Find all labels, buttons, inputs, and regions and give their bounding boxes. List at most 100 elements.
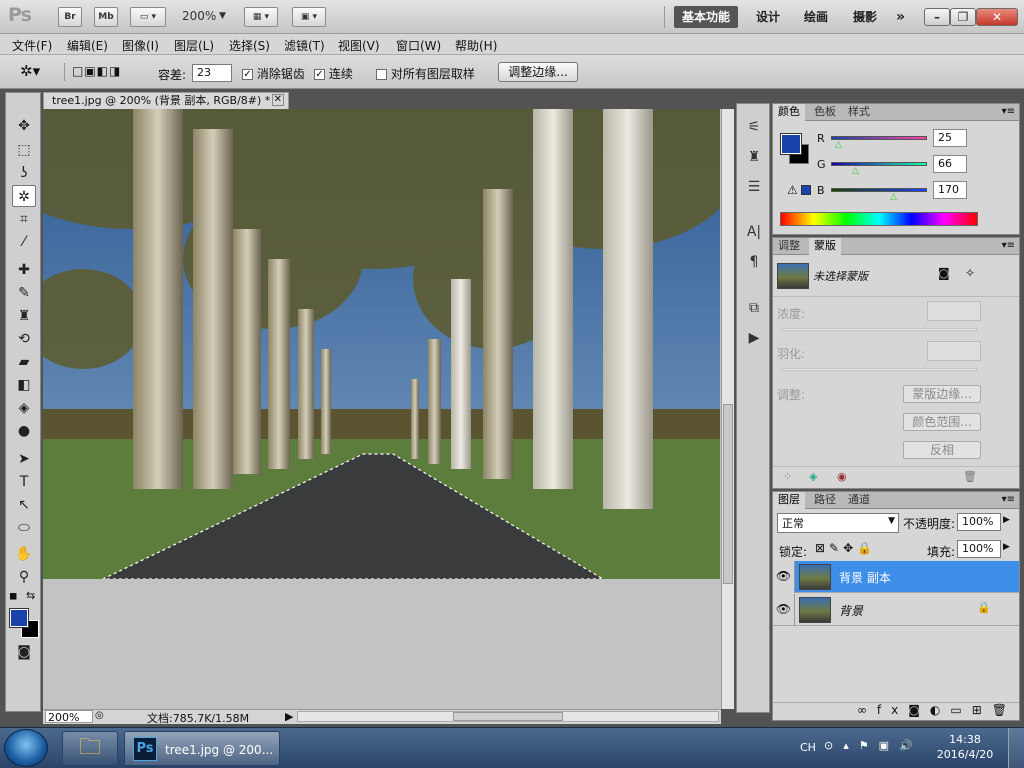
delete-mask-icon[interactable]: 🗑 bbox=[963, 470, 977, 483]
paragraph-icon[interactable]: ¶ bbox=[742, 251, 766, 273]
vertical-scrollbar[interactable] bbox=[721, 109, 734, 709]
restore-button[interactable]: ❐ bbox=[950, 8, 976, 26]
visibility-eye-icon[interactable]: 👁 bbox=[773, 594, 795, 626]
swap-colors-icon[interactable]: ⇆ bbox=[26, 589, 35, 602]
gamut-color-chip[interactable] bbox=[801, 185, 811, 195]
tab-channels[interactable]: 通道 bbox=[843, 492, 875, 509]
opacity-input[interactable]: 100% bbox=[957, 513, 1001, 531]
invert-button[interactable]: 反相 bbox=[903, 441, 981, 459]
color-ramp[interactable] bbox=[780, 212, 978, 226]
panel-menu-icon[interactable]: ▾≡ bbox=[1002, 106, 1015, 117]
lock-icons[interactable]: ⊠✎✥🔒 bbox=[815, 541, 876, 555]
zoom-dropdown-icon[interactable]: ▼ bbox=[219, 11, 226, 21]
refine-edge-button[interactable]: 调整边缘... bbox=[498, 62, 578, 82]
zoom-level[interactable]: 200% bbox=[182, 9, 216, 23]
panel-menu-icon[interactable]: ▾≡ bbox=[1002, 494, 1015, 505]
density-input[interactable] bbox=[927, 301, 981, 321]
fg-color-chip[interactable] bbox=[780, 133, 802, 155]
default-colors-icon[interactable]: ◼ bbox=[9, 591, 17, 602]
disable-mask-icon[interactable]: ◉ bbox=[837, 470, 847, 483]
tab-layers[interactable]: 图层 bbox=[773, 492, 805, 509]
layer-name[interactable]: 背景 副本 bbox=[839, 569, 891, 586]
contiguous-checkbox[interactable]: ✓ 连续 bbox=[314, 65, 353, 82]
workspace-essentials[interactable]: 基本功能 bbox=[674, 6, 739, 28]
quick-mask-icon[interactable]: ◙ bbox=[12, 641, 36, 663]
horizontal-scrollbar[interactable] bbox=[297, 711, 719, 722]
crop-tool-icon[interactable]: ⌗ bbox=[12, 208, 36, 230]
tab-swatches[interactable]: 色板 bbox=[809, 104, 841, 121]
marquee-tool-icon[interactable]: ⬚ bbox=[12, 139, 36, 161]
tray-icons[interactable]: ⊙▴⚑▣🔊 bbox=[824, 739, 923, 752]
path-selection-tool-icon[interactable]: ➤ bbox=[12, 448, 36, 470]
panel-menu-icon[interactable]: ▾≡ bbox=[1002, 240, 1015, 251]
menu-view[interactable]: 视图(V) bbox=[338, 37, 380, 54]
hscroll-thumb[interactable] bbox=[453, 712, 563, 721]
brush-tool-icon[interactable]: ✎ bbox=[12, 282, 36, 304]
tab-color[interactable]: 颜色 bbox=[773, 104, 805, 121]
b-slider[interactable] bbox=[831, 188, 927, 192]
vector-mask-icon[interactable]: ✧ bbox=[965, 266, 975, 280]
scroll-thumb[interactable] bbox=[723, 404, 733, 584]
selection-mode-icons[interactable]: □▣◧◨ bbox=[72, 64, 121, 78]
g-value[interactable]: 66 bbox=[933, 155, 967, 173]
menu-edit[interactable]: 编辑(E) bbox=[67, 37, 108, 54]
status-menu-arrow-icon[interactable]: ▶ bbox=[285, 710, 293, 723]
gradient-tool-icon[interactable]: ◧ bbox=[12, 374, 36, 396]
r-value[interactable]: 25 bbox=[933, 129, 967, 147]
character-icon[interactable]: A| bbox=[742, 221, 766, 243]
r-slider-handle-icon[interactable]: △ bbox=[835, 140, 842, 150]
g-slider-handle-icon[interactable]: △ bbox=[852, 166, 859, 176]
input-language[interactable]: CH bbox=[800, 741, 816, 754]
workspace-photography[interactable]: 摄影 bbox=[845, 6, 885, 28]
magic-wand-tool-icon[interactable]: ✲ bbox=[12, 185, 36, 207]
menu-filter[interactable]: 滤镜(T) bbox=[284, 37, 325, 54]
color-range-button[interactable]: 颜色范围... bbox=[903, 413, 981, 431]
zoom-tool-icon[interactable]: ⚲ bbox=[12, 566, 36, 588]
menu-help[interactable]: 帮助(H) bbox=[455, 37, 497, 54]
direct-selection-tool-icon[interactable]: ↖ bbox=[12, 494, 36, 516]
fill-arrow-icon[interactable]: ▶ bbox=[1003, 542, 1010, 552]
menu-layer[interactable]: 图层(L) bbox=[174, 37, 214, 54]
status-info-icon[interactable]: ◎ bbox=[95, 710, 104, 721]
blur-tool-icon[interactable]: ◈ bbox=[12, 397, 36, 419]
actions-icon[interactable]: ▶ bbox=[742, 327, 766, 349]
r-slider[interactable] bbox=[831, 136, 927, 140]
apply-mask-icon[interactable]: ◈ bbox=[809, 470, 817, 483]
history-brush-tool-icon[interactable]: ⟲ bbox=[12, 328, 36, 350]
status-zoom[interactable]: 200% bbox=[45, 710, 93, 724]
fill-input[interactable]: 100% bbox=[957, 540, 1001, 558]
hand-tool-icon[interactable]: ✋ bbox=[12, 543, 36, 565]
tab-masks[interactable]: 蒙版 bbox=[809, 238, 841, 255]
minimize-button[interactable]: – bbox=[924, 8, 950, 26]
menu-window[interactable]: 窗口(W) bbox=[396, 37, 441, 54]
tool-presets-icon[interactable]: ☰ bbox=[742, 176, 766, 198]
view-extras-button[interactable]: ▭ ▾ bbox=[130, 7, 166, 27]
more-workspaces-icon[interactable]: » bbox=[888, 6, 913, 28]
show-desktop-button[interactable] bbox=[1008, 728, 1024, 768]
minibridge-button[interactable]: Mb bbox=[94, 7, 118, 27]
move-tool-icon[interactable]: ✥ bbox=[12, 115, 36, 137]
arrange-documents-button[interactable]: ▦ ▾ bbox=[244, 7, 278, 27]
feather-slider[interactable] bbox=[781, 368, 977, 371]
eyedropper-tool-icon[interactable]: ⁄ bbox=[12, 231, 36, 253]
menu-select[interactable]: 选择(S) bbox=[229, 37, 270, 54]
healing-brush-tool-icon[interactable]: ✚ bbox=[12, 259, 36, 281]
close-button[interactable]: ✕ bbox=[976, 8, 1018, 26]
ellipse-tool-icon[interactable]: ⬭ bbox=[12, 517, 36, 539]
b-value[interactable]: 170 bbox=[933, 181, 967, 199]
out-of-gamut-warning-icon[interactable]: ⚠ bbox=[787, 183, 798, 197]
document-tab[interactable]: tree1.jpg @ 200% (背景 副本, RGB/8#) * ✕ bbox=[43, 92, 289, 109]
brush-presets-icon[interactable]: ⚟ bbox=[742, 116, 766, 138]
b-slider-handle-icon[interactable]: △ bbox=[890, 192, 897, 202]
sample-all-layers-checkbox[interactable]: 对所有图层取样 bbox=[376, 65, 475, 82]
workspace-design[interactable]: 设计 bbox=[748, 6, 788, 28]
layer-row[interactable]: 👁 背景 🔒 bbox=[773, 594, 1019, 626]
mask-edge-button[interactable]: 蒙版边缘... bbox=[903, 385, 981, 403]
bridge-button[interactable]: Br bbox=[58, 7, 82, 27]
menu-image[interactable]: 图像(I) bbox=[122, 37, 159, 54]
tab-adjustments[interactable]: 调整 bbox=[773, 238, 805, 255]
menu-file[interactable]: 文件(F) bbox=[12, 37, 52, 54]
clock[interactable]: 14:38 2016/4/20 bbox=[930, 732, 1000, 762]
history-icon[interactable]: ⧉ bbox=[742, 297, 766, 319]
layer-row[interactable]: 👁 背景 副本 bbox=[773, 561, 1019, 593]
